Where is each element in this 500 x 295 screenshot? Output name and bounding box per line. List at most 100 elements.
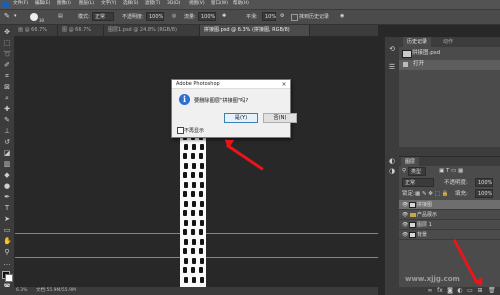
menu-item[interactable]: 文字(Y) [101, 1, 116, 7]
product-figure [183, 153, 187, 159]
menu-bar: 文件(F) 编辑(E) 图像(I) 图层(L) 文字(Y) 选择(S) 滤镜(T) 3D(D)… [0, 0, 500, 10]
pressure-size-icon[interactable]: ◉ [340, 13, 344, 19]
visibility-eye-icon[interactable]: 👁 [402, 230, 408, 240]
brush-tool-icon[interactable]: ✎ [3, 116, 11, 124]
history-brush-tool-icon[interactable]: ↺ [3, 138, 11, 146]
filter-pixel-icon[interactable]: ▣ T ▭ ▦ [439, 168, 463, 175]
gradient-tool-icon[interactable]: ▥ [3, 160, 11, 168]
quick-select-tool-icon[interactable]: ✐ [3, 61, 11, 69]
background-color[interactable] [5, 274, 13, 282]
close-icon[interactable]: × [280, 80, 288, 89]
tab-doc-4[interactable]: 拼接图.psd @ 6.3% (拼接图, RGB/8) [200, 25, 310, 36]
opacity-field[interactable]: 100% [146, 12, 164, 21]
flow-field[interactable]: 100% [198, 12, 216, 21]
layer-row[interactable]: 👁 产品展示 [399, 210, 500, 220]
fill-field[interactable]: 100% [475, 189, 493, 198]
move-tool-icon[interactable]: ✥ [3, 28, 11, 36]
blur-tool-icon[interactable]: ◆ [3, 171, 11, 179]
stamp-tool-icon[interactable]: ⊥ [3, 127, 11, 135]
product-figure [192, 200, 196, 207]
mode-select[interactable]: 正常 [92, 12, 114, 21]
product-figure [200, 238, 204, 245]
shape-tool-icon[interactable]: ▭ [3, 226, 11, 234]
no-button[interactable]: 否(N) [263, 113, 297, 123]
product-figure [200, 143, 204, 150]
zoom-level[interactable]: 6.3% [16, 288, 27, 294]
eyedropper-tool-icon[interactable]: ⌕ [3, 94, 11, 102]
frame-tool-icon[interactable]: ⊠ [3, 83, 11, 91]
visibility-eye-icon[interactable]: 👁 [402, 220, 408, 230]
adjustment-layer-icon[interactable]: ◐ [457, 288, 463, 294]
layer-thumbnail [409, 202, 416, 208]
menu-item[interactable]: 帮助(H) [233, 1, 249, 7]
layer-mask-icon[interactable]: ◙ [447, 288, 453, 294]
menu-item[interactable]: 滤镜(T) [145, 1, 160, 7]
visibility-eye-icon[interactable]: 👁 [402, 210, 408, 220]
visibility-eye-icon[interactable]: 👁 [402, 200, 408, 210]
layer-style-icon[interactable]: fx [437, 288, 443, 294]
layer-filter-select[interactable]: 类型 [408, 167, 426, 176]
layer-name: 背景 [417, 232, 428, 238]
menu-item[interactable]: 视图(V) [189, 1, 205, 7]
pen-tool-icon[interactable]: ✒ [3, 193, 11, 201]
eraser-tool-icon[interactable]: ◪ [3, 149, 11, 157]
settings-gear-icon[interactable]: ⚙ [280, 13, 284, 19]
tab-doc-1[interactable]: 画 @ 66.7%(RGB/8) [14, 25, 58, 36]
more-tools-icon[interactable]: … [3, 259, 11, 267]
path-select-tool-icon[interactable]: ➤ [3, 215, 11, 223]
new-group-icon[interactable]: ▭ [467, 288, 473, 294]
layer-filter-icon[interactable]: ⚲ [402, 168, 406, 175]
layer-opacity-field[interactable]: 100% [475, 178, 493, 187]
properties-panel-icon[interactable]: ☰ [388, 63, 396, 71]
layer-row[interactable]: 👁 图层 1 [399, 220, 500, 230]
chevron-down-icon[interactable]: ▾ [14, 13, 17, 19]
zoom-tool-icon[interactable]: ⚲ [3, 248, 11, 256]
blend-mode-select[interactable]: 正常 [402, 178, 434, 187]
brush-tool-icon[interactable]: ✎ [4, 12, 10, 20]
brush-preview[interactable] [30, 13, 38, 21]
brush-size: 30 [39, 18, 45, 23]
history-item-open[interactable]: 打开 [399, 60, 500, 70]
history-panel-icon[interactable]: ⟲ [388, 45, 396, 53]
product-figure [192, 181, 196, 188]
type-tool-icon[interactable]: T [3, 204, 11, 212]
smooth-field[interactable]: 10% [262, 12, 276, 21]
crop-tool-icon[interactable]: ⌗ [3, 72, 11, 80]
layer-row[interactable]: 👁 拼接图 [399, 200, 500, 210]
color-panel-icon[interactable]: ◐ [388, 157, 396, 165]
menu-item[interactable]: 图层(L) [79, 1, 94, 7]
menu-item[interactable]: 选择(S) [123, 1, 138, 7]
yes-button[interactable]: 是(Y) [224, 113, 258, 123]
hand-tool-icon[interactable]: ✋ [3, 237, 12, 245]
link-layers-icon[interactable]: ∞ [427, 288, 433, 294]
tab-actions[interactable]: 动作 [439, 37, 457, 47]
layer-row[interactable]: 👁 背景 [399, 230, 500, 240]
menu-item[interactable]: 图像(I) [57, 1, 71, 7]
product-figure [199, 210, 203, 216]
marquee-tool-icon[interactable]: ⬚ [3, 39, 11, 47]
layer-thumbnail [409, 222, 416, 228]
pressure-opacity-icon[interactable]: ◎ [172, 13, 176, 19]
dont-show-label: 不再显示 [184, 128, 205, 134]
product-figure [191, 229, 195, 235]
erase-history-checkbox[interactable] [291, 14, 298, 21]
menu-item[interactable]: 编辑(E) [35, 1, 50, 7]
brush-panel-icon[interactable]: ▤ [58, 13, 63, 19]
menu-item[interactable]: 窗口(W) [211, 1, 228, 7]
tab-doc-3[interactable]: 图层1.psd @ 24.8% (RGB/8) 50160729 @ ... [104, 25, 200, 36]
tab-history[interactable]: 历史记录 [403, 37, 432, 47]
healing-tool-icon[interactable]: ✚ [3, 105, 11, 113]
adjustments-panel-icon[interactable]: ◑ [388, 167, 396, 175]
lock-icons[interactable]: ▦ ✎ ✥ ⬚ 🔒 [415, 191, 448, 198]
dont-show-checkbox[interactable] [177, 127, 184, 134]
tab-doc-2[interactable]: 图 @ 66.7%(RGB/8) [58, 25, 104, 36]
lasso-tool-icon[interactable]: ➰ [3, 50, 12, 58]
delete-layer-icon[interactable]: 🗑 [488, 288, 496, 294]
new-layer-icon[interactable]: ⊞ [477, 288, 483, 294]
dodge-tool-icon[interactable]: ● [3, 182, 11, 190]
airbrush-icon[interactable]: ✺ [222, 13, 226, 19]
menu-item[interactable]: 文件(F) [13, 1, 28, 7]
product-figure [183, 248, 187, 254]
product-figure [183, 229, 187, 235]
menu-item[interactable]: 3D(D) [167, 1, 180, 7]
